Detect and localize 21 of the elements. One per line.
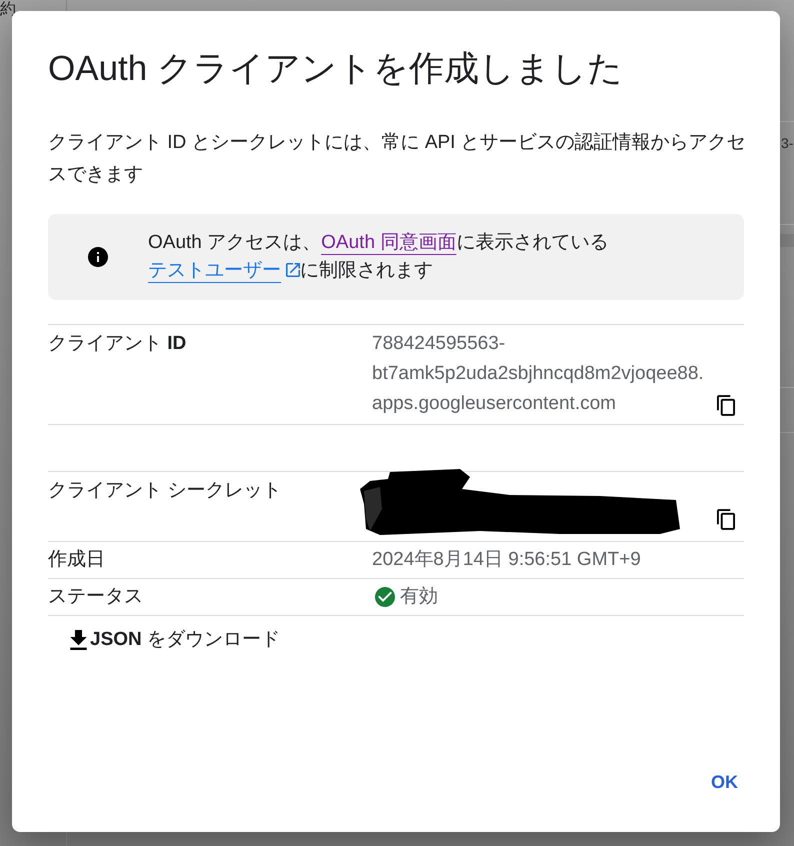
- copy-icon[interactable]: [717, 509, 735, 530]
- text-link[interactable]: OAuth 同意画面: [321, 232, 456, 253]
- dialog-description: クライアント ID とシークレットには、常に API とサービスの認証情報からアクセスできます: [48, 131, 747, 187]
- copy-icon[interactable]: [717, 395, 735, 416]
- background-text: 約: [0, 0, 16, 20]
- dialog-title: OAuth クライアントを作成しました: [48, 49, 624, 89]
- detail-label: クライアント ID: [48, 332, 188, 356]
- notice-text: OAuth アクセスは、OAuth 同意画面に表示されている テストユーザー に制限されます: [148, 231, 610, 283]
- detail-label: クライアント シークレット: [48, 479, 282, 503]
- detail-value: 2024年8月14日 9:56:51 GMT+9: [372, 548, 641, 572]
- background-text: 3-: [781, 134, 794, 152]
- ok-button[interactable]: OK: [699, 764, 750, 800]
- download-icon: [70, 630, 87, 650]
- detail-label: 作成日: [48, 548, 106, 572]
- detail-label: ステータス: [48, 585, 144, 609]
- text-link[interactable]: テストユーザー: [148, 260, 300, 281]
- client-id-value: 788424595563-bt7amk5p2uda2sbjhncqd8m2vjoqee88.apps.googleusercontent.com: [372, 332, 705, 416]
- background-bar: [780, 234, 794, 247]
- download-json-button[interactable]: JSON をダウンロード: [60, 622, 290, 658]
- info-icon: [88, 247, 108, 267]
- status-value: 有効: [400, 585, 438, 609]
